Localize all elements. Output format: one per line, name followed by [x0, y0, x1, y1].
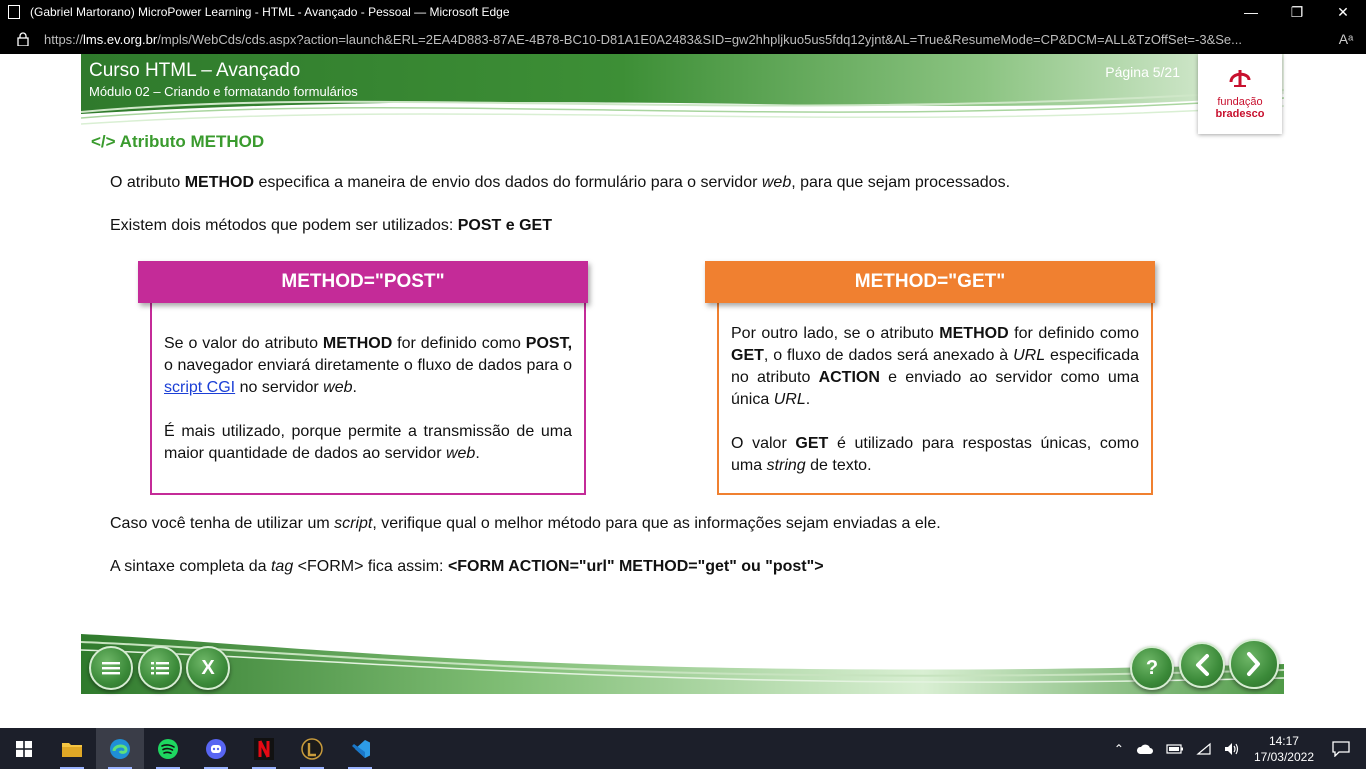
battery-icon[interactable]	[1166, 743, 1184, 755]
index-button[interactable]	[138, 646, 182, 690]
post-paragraph-2: É mais utilizado, porque permite a trans…	[164, 423, 572, 462]
menu-button[interactable]	[89, 646, 133, 690]
help-icon: ?	[1145, 656, 1159, 679]
get-method-box: Por outro lado, se o atributo METHOD for…	[705, 261, 1155, 495]
taskbar-discord[interactable]	[192, 728, 240, 769]
module-subtitle: Módulo 02 – Criando e formatando formulá…	[89, 84, 358, 99]
hamburger-icon	[102, 662, 120, 675]
post-method-box: Se o valor do atributo METHOD for defini…	[138, 261, 588, 495]
vscode-icon	[352, 739, 370, 758]
notifications-icon[interactable]	[1332, 740, 1350, 757]
url-text[interactable]: https://lms.ev.org.br/mpls/WebCds/cds.as…	[44, 32, 1326, 47]
paragraph-two-methods: Existem dois métodos que podem ser utili…	[110, 217, 552, 234]
page-indicator: Página 5/21	[1105, 64, 1180, 80]
get-paragraph-1: Por outro lado, se o atributo METHOD for…	[731, 325, 1139, 408]
chevron-up-icon[interactable]: ⌃	[1114, 742, 1124, 756]
post-paragraph-1: Se o valor do atributo METHOD for defini…	[164, 335, 573, 396]
close-window-button[interactable]: ✕	[1320, 0, 1366, 24]
taskbar-netflix[interactable]	[240, 728, 288, 769]
list-icon	[151, 662, 169, 675]
folder-icon	[62, 742, 82, 757]
get-paragraph-2: O valor GET é utilizado para respostas ú…	[731, 435, 1140, 474]
close-icon: X	[201, 656, 215, 679]
course-frame: Curso HTML – Avançado Módulo 02 – Criand…	[81, 54, 1284, 694]
spotify-icon	[158, 738, 178, 759]
taskbar-file-explorer[interactable]	[48, 728, 96, 769]
league-of-legends-icon	[301, 737, 323, 760]
close-course-button[interactable]: X	[186, 646, 230, 690]
clock[interactable]: 14:17 17/03/2022	[1254, 733, 1314, 765]
previous-page-button[interactable]	[1179, 642, 1225, 688]
help-button[interactable]: ?	[1130, 646, 1174, 690]
get-box-body: Por outro lado, se o atributo METHOD for…	[717, 295, 1153, 495]
post-box-heading: METHOD="POST"	[138, 261, 588, 303]
section-title: </> Atributo METHOD	[91, 132, 265, 151]
post-box-body: Se o valor do atributo METHOD for defini…	[150, 295, 586, 495]
restore-button[interactable]: ❐	[1274, 0, 1320, 24]
header-band: Curso HTML – Avançado Módulo 02 – Criand…	[81, 54, 1284, 128]
cloud-icon[interactable]	[1136, 743, 1154, 755]
bradesco-logo-icon	[1229, 70, 1251, 87]
read-aloud-icon[interactable]: Aᵃ	[1326, 31, 1366, 47]
paragraph-method-intro: O atributo METHOD especifica a maneira d…	[110, 174, 1011, 191]
taskbar-spotify[interactable]	[144, 728, 192, 769]
fundacao-bradesco-logo: fundação bradesco	[1198, 54, 1282, 134]
system-tray: ⌃ 14:17 17/03/2022	[1108, 728, 1366, 769]
taskbar-vscode[interactable]	[336, 728, 384, 769]
script-cgi-link[interactable]: script CGI	[164, 379, 235, 396]
course-title: Curso HTML – Avançado	[89, 60, 301, 81]
taskbar-edge[interactable]	[96, 728, 144, 769]
windows-taskbar: ⌃ 14:17 17/03/2022	[0, 728, 1366, 769]
clock-time: 14:17	[1268, 733, 1299, 748]
chevron-left-icon	[1196, 654, 1209, 676]
get-box-heading: METHOD="GET"	[705, 261, 1155, 303]
chevron-right-icon	[1247, 652, 1260, 676]
volume-icon[interactable]	[1224, 742, 1240, 756]
address-bar[interactable]: https://lms.ev.org.br/mpls/WebCds/cds.as…	[0, 24, 1366, 54]
paragraph-script-tip: Caso você tenha de utilizar um script, v…	[110, 515, 941, 532]
discord-icon	[206, 738, 226, 759]
window-titlebar: (Gabriel Martorano) MicroPower Learning …	[0, 0, 1366, 24]
next-page-button[interactable]	[1229, 639, 1279, 689]
taskbar-league-of-legends[interactable]	[288, 728, 336, 769]
lock-icon[interactable]	[16, 32, 30, 47]
window-title: (Gabriel Martorano) MicroPower Learning …	[30, 5, 510, 19]
page-icon	[8, 5, 20, 19]
windows-logo-icon	[16, 740, 32, 757]
edge-icon	[110, 738, 130, 759]
clock-date: 17/03/2022	[1253, 749, 1314, 764]
footer-band	[81, 634, 1284, 694]
minimize-button[interactable]: —	[1228, 0, 1274, 24]
logo-line1: fundação	[1217, 96, 1263, 108]
start-button[interactable]	[0, 728, 48, 769]
paragraph-form-syntax: A sintaxe completa da tag <FORM> fica as…	[110, 558, 824, 575]
netflix-icon	[254, 737, 274, 760]
logo-line2: bradesco	[1215, 108, 1265, 120]
wifi-icon[interactable]	[1196, 742, 1212, 756]
